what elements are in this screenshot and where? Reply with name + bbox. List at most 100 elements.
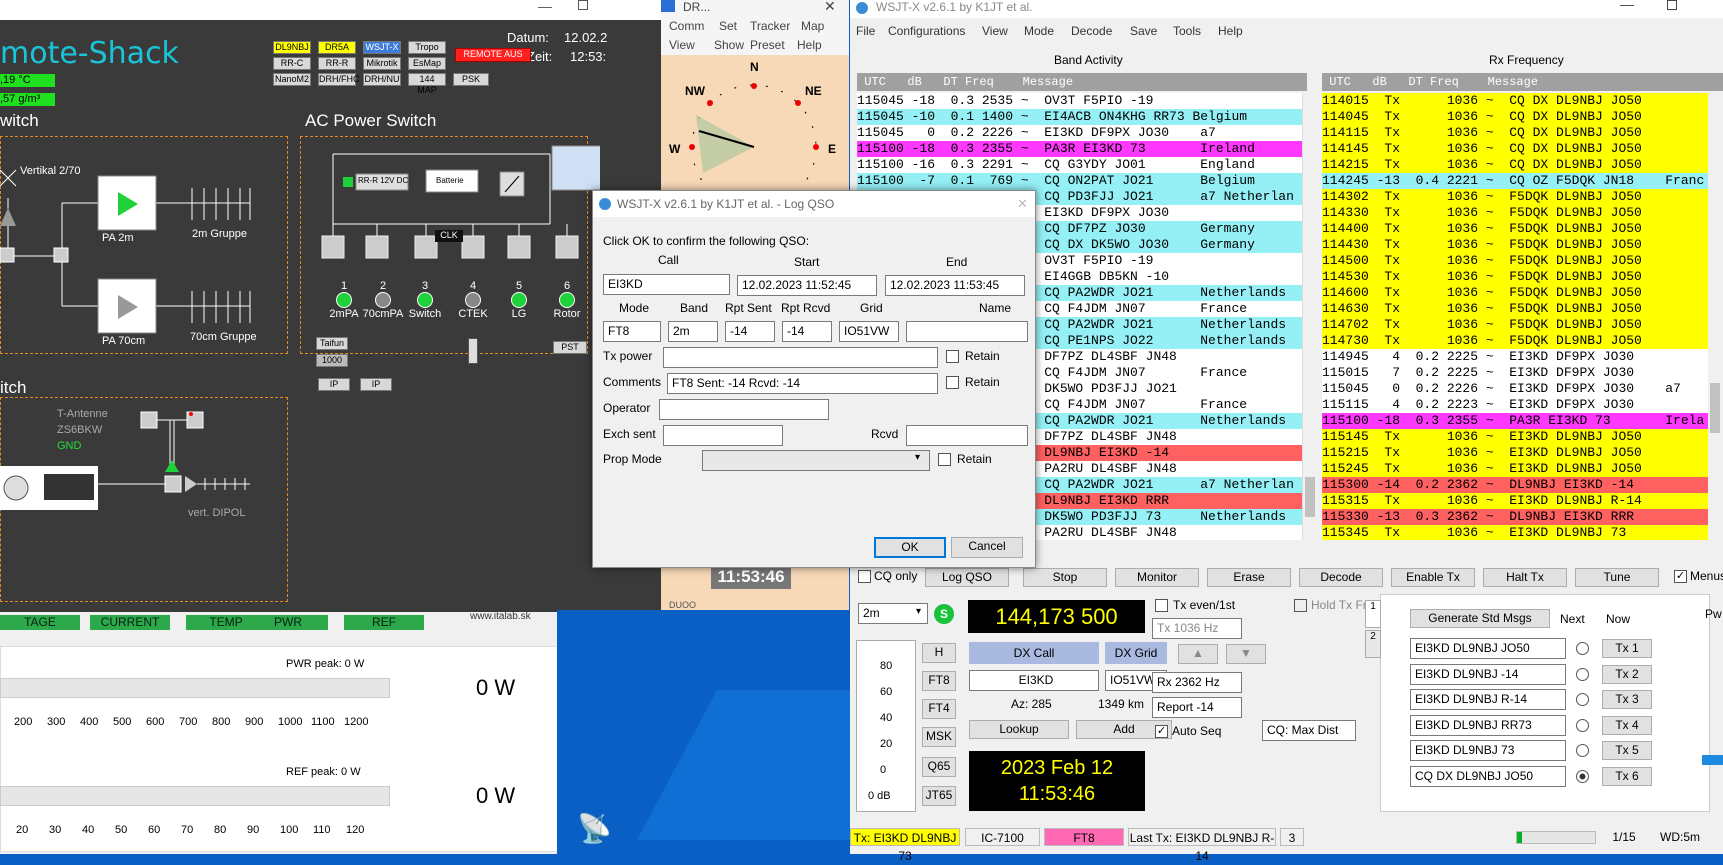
generate-std-msgs-button[interactable]: Generate Std Msgs <box>1410 609 1550 628</box>
rpt-sent-input[interactable]: -14 <box>725 321 775 342</box>
mode-jt65-button[interactable]: JT65 <box>922 786 956 806</box>
rx-scrollbar[interactable] <box>1708 93 1723 540</box>
maximize-icon[interactable] <box>578 0 588 10</box>
outlet-5[interactable]: 5 LG <box>499 280 539 320</box>
decode-row[interactable]: 115045 0 0.2 2226 ~ EI3KD DF9PX JO30 a7 <box>1322 381 1708 397</box>
menu-map[interactable]: Map <box>801 19 824 33</box>
decode-row[interactable]: 114400 Tx 1036 ~ F5DQK DL9NBJ JO50 <box>1322 221 1708 237</box>
mode-input[interactable]: FT8 <box>603 321 661 342</box>
satellite-icon[interactable]: 📡 <box>577 812 612 844</box>
hold-tx-freq-checkbox[interactable] <box>1294 599 1307 612</box>
tx-power-input[interactable] <box>663 347 938 368</box>
monitor-button[interactable]: Monitor <box>1115 568 1199 587</box>
stop-button[interactable]: Stop <box>1023 568 1107 587</box>
ip-button-2[interactable]: IP <box>360 378 392 391</box>
link-button-rrr[interactable]: RR-R <box>318 57 356 70</box>
decode-row[interactable]: 115245 Tx 1036 ~ EI3KD DL9NBJ JO50 <box>1322 461 1708 477</box>
menu-help[interactable]: Help <box>797 38 822 52</box>
taifun-button[interactable]: Taifun <box>316 337 348 350</box>
menu-view[interactable]: View <box>982 24 1008 38</box>
scrollbar-thumb[interactable] <box>1710 383 1720 433</box>
tx-power-retain-checkbox[interactable] <box>946 350 959 363</box>
menu-preset[interactable]: Preset <box>750 38 785 52</box>
tx4-button[interactable]: Tx 4 <box>1602 715 1652 735</box>
decode-row[interactable]: 115215 Tx 1036 ~ EI3KD DL9NBJ JO50 <box>1322 445 1708 461</box>
halt-tx-button[interactable]: Halt Tx <box>1483 568 1567 587</box>
ok-button[interactable]: OK <box>874 537 946 558</box>
decode-row[interactable]: 115115 4 0.2 2223 ~ EI3KD DF9PX JO30 <box>1322 397 1708 413</box>
menu-mode[interactable]: Mode <box>1024 24 1054 38</box>
menu-show[interactable]: Show <box>714 38 744 52</box>
tx-message-input-2[interactable]: EI3KD DL9NBJ -14 <box>1410 663 1566 685</box>
tune-button[interactable]: Tune <box>1575 568 1659 587</box>
tx-message-input-6[interactable]: CQ DX DL9NBJ JO50 <box>1410 765 1566 787</box>
prop-mode-retain-checkbox[interactable] <box>938 453 951 466</box>
rx-frequency-list[interactable]: 114015 Tx 1036 ~ CQ DX DL9NBJ JO50 114045… <box>1322 93 1708 540</box>
enable-tx-button[interactable]: Enable Tx <box>1391 568 1475 587</box>
next-radio-5[interactable] <box>1576 744 1589 757</box>
decode-row[interactable]: 115145 Tx 1036 ~ EI3KD DL9NBJ JO50 <box>1322 429 1708 445</box>
decode-row[interactable]: 114702 Tx 1036 ~ F5DQK DL9NBJ JO50 <box>1322 317 1708 333</box>
decode-row[interactable]: 114015 Tx 1036 ~ CQ DX DL9NBJ JO50 <box>1322 93 1708 109</box>
maximize-icon[interactable] <box>1667 0 1677 10</box>
link-button-wsjtx[interactable]: WSJT-X <box>363 41 401 54</box>
close-icon[interactable]: ✕ <box>824 0 836 15</box>
tx3-button[interactable]: Tx 3 <box>1602 690 1652 709</box>
tx-hz-spinbox[interactable]: Tx 1036 Hz <box>1152 618 1242 639</box>
website-label[interactable]: www.italab.sk <box>470 611 531 622</box>
decode-row[interactable]: 115045 0 0.2 2226 ~ EI3KD DF9PX JO30 a7 <box>857 125 1302 141</box>
outlet-2[interactable]: 2 70cmPA <box>361 280 405 320</box>
decode-row[interactable]: 114430 Tx 1036 ~ F5DQK DL9NBJ JO50 <box>1322 237 1708 253</box>
rpt-rcvd-input[interactable]: -14 <box>782 321 832 342</box>
tx-even-checkbox[interactable] <box>1155 599 1168 612</box>
name-input[interactable] <box>906 321 1028 342</box>
cancel-button[interactable]: Cancel <box>951 537 1023 558</box>
t1000-button[interactable]: 1000 <box>316 354 348 367</box>
menu-configurations[interactable]: Configurations <box>888 24 965 38</box>
link-button-drhfhc[interactable]: DRH/FHC <box>318 73 360 86</box>
link-button-144map[interactable]: 144 MAP <box>408 73 446 95</box>
decode-row[interactable]: 114045 Tx 1036 ~ CQ DX DL9NBJ JO50 <box>1322 109 1708 125</box>
decode-row[interactable]: 115100 -16 0.3 2291 ~ CQ G3YDY JO01 Engl… <box>857 157 1302 173</box>
minimize-icon[interactable]: — <box>538 0 552 14</box>
tab-1[interactable]: 1 <box>1365 600 1381 628</box>
decode-button[interactable]: Decode <box>1299 568 1383 587</box>
tab-2[interactable]: 2 <box>1365 630 1381 658</box>
link-button-dr5a[interactable]: DR5A <box>318 41 356 54</box>
link-button-psk[interactable]: PSK <box>453 73 489 86</box>
menu-tracker[interactable]: Tracker <box>750 19 790 33</box>
decode-row[interactable]: 114215 Tx 1036 ~ CQ DX DL9NBJ JO50 <box>1322 157 1708 173</box>
cq-max-dist-select[interactable]: CQ: Max Dist <box>1262 720 1356 741</box>
erase-button[interactable]: Erase <box>1207 568 1291 587</box>
decode-row[interactable]: 115100 -18 0.3 2355 ~ PA3R EI3KD 73 Irel… <box>857 141 1302 157</box>
pst-button[interactable]: PST <box>553 341 587 354</box>
mode-ft4-button[interactable]: FT4 <box>922 699 956 719</box>
cq-only-checkbox[interactable] <box>858 570 871 583</box>
mode-q65-button[interactable]: Q65 <box>922 757 956 777</box>
menu-tools[interactable]: Tools <box>1173 24 1201 38</box>
outlet-4[interactable]: 4 CTEK <box>453 280 493 320</box>
tx-message-input-4[interactable]: EI3KD DL9NBJ RR73 <box>1410 714 1566 736</box>
decode-row[interactable]: 114115 Tx 1036 ~ CQ DX DL9NBJ JO50 <box>1322 125 1708 141</box>
tx1-button[interactable]: Tx 1 <box>1602 639 1652 658</box>
decode-row[interactable]: 114145 Tx 1036 ~ CQ DX DL9NBJ JO50 <box>1322 141 1708 157</box>
menu-help[interactable]: Help <box>1218 24 1243 38</box>
comments-input[interactable]: FT8 Sent: -14 Rcvd: -14 <box>667 373 938 394</box>
link-button-esmap[interactable]: EsMap <box>408 57 446 70</box>
decode-row[interactable]: 114730 Tx 1036 ~ F5DQK DL9NBJ JO50 <box>1322 333 1708 349</box>
close-icon[interactable]: ✕ <box>1017 191 1028 217</box>
menu-set[interactable]: Set <box>719 19 737 33</box>
decode-row[interactable]: 115345 Tx 1036 ~ EI3KD DL9NBJ 73 <box>1322 525 1708 540</box>
link-button-drhnu[interactable]: DRH/NU <box>363 73 401 86</box>
decode-row[interactable]: 115300 -14 0.2 2362 ~ DL9NBJ EI3KD -14 <box>1322 477 1708 493</box>
menu-save[interactable]: Save <box>1130 24 1157 38</box>
tab-tage[interactable]: TAGE <box>0 615 80 630</box>
next-radio-1[interactable] <box>1576 642 1589 655</box>
mode-h-button[interactable]: H <box>922 643 956 663</box>
power-slider-handle[interactable] <box>1702 755 1723 765</box>
decode-row[interactable]: 115045 -10 0.1 1400 ~ EI4ACB ON4KHG RR73… <box>857 109 1302 125</box>
ip-button-1[interactable]: IP <box>318 378 350 391</box>
tab-pwr[interactable]: PWR <box>248 615 328 630</box>
decode-row[interactable]: 115315 Tx 1036 ~ EI3KD DL9NBJ R-14 <box>1322 493 1708 509</box>
tx-message-input-1[interactable]: EI3KD DL9NBJ JO50 <box>1410 638 1566 659</box>
